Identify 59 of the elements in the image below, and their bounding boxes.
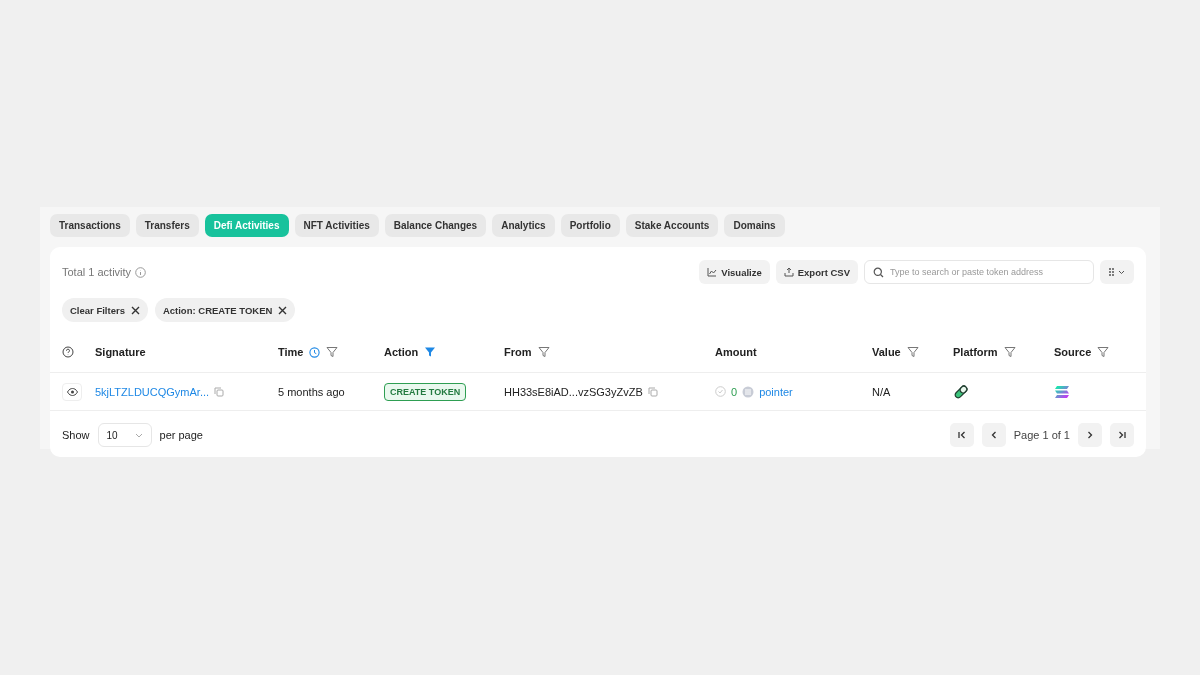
first-page-button[interactable] (949, 423, 974, 447)
column-menu-button[interactable] (1100, 260, 1134, 284)
tab[interactable]: Domains (724, 214, 785, 237)
token-icon (742, 385, 755, 398)
clock-icon[interactable] (309, 346, 321, 358)
signature-link[interactable]: 5kjLTZLDUCQGymAr... (95, 385, 210, 398)
help-icon (62, 346, 74, 358)
column-header: Value (872, 346, 901, 358)
column-header: Time (278, 346, 304, 358)
column-header: Signature (95, 346, 146, 358)
column-header: From (504, 346, 532, 358)
tab[interactable]: Balance Changes (384, 214, 487, 237)
token-link[interactable]: pointer (759, 385, 793, 398)
tab[interactable]: Analytics (492, 214, 555, 237)
last-page-button[interactable] (1110, 423, 1134, 447)
last-page-icon (1117, 430, 1127, 440)
tab[interactable]: Transactions (50, 214, 130, 237)
upload-icon (783, 267, 794, 277)
total-count: Total 1 activity (62, 266, 132, 278)
filter-icon[interactable] (537, 346, 550, 358)
filter-chip[interactable]: Clear Filters (62, 298, 148, 322)
filter-icon[interactable] (906, 346, 919, 358)
next-page-button[interactable] (1078, 423, 1102, 447)
column-header: Action (384, 346, 419, 358)
column-header: Platform (953, 346, 998, 358)
tab[interactable]: Stake Accounts (625, 214, 719, 237)
time-text: 5 months ago (278, 385, 345, 398)
page-indicator: Page 1 of 1 (1013, 429, 1070, 441)
column-header: Source (1054, 346, 1092, 358)
column-header: Amount (715, 346, 757, 358)
tab[interactable]: Transfers (135, 214, 199, 237)
close-icon[interactable] (130, 305, 140, 315)
tab[interactable]: Portfolio (560, 214, 620, 237)
filter-icon[interactable] (326, 346, 339, 358)
tab[interactable]: NFT Activities (294, 214, 379, 237)
filter-icon[interactable] (1097, 346, 1110, 358)
stripes-logo-icon (1054, 384, 1070, 399)
amount-text: 0 (731, 385, 738, 398)
eye-icon (66, 387, 78, 396)
chart-icon (707, 267, 718, 277)
export-csv-button[interactable]: Export CSV (775, 260, 858, 284)
grid-dropdown-icon (1108, 267, 1126, 277)
info-icon (135, 266, 147, 278)
page-size-select[interactable]: 10 (97, 423, 152, 447)
visualize-button[interactable]: Visualize (699, 260, 770, 284)
address-text: HH33sE8iAD...vzSG3yZvZB (504, 385, 643, 398)
per-page-label: per page (159, 429, 203, 441)
first-page-icon (956, 430, 967, 440)
filter-chip[interactable]: Action: CREATE TOKEN (154, 298, 296, 322)
view-button[interactable] (62, 382, 82, 401)
chevron-right-icon (1085, 430, 1095, 440)
close-icon[interactable] (278, 305, 288, 315)
search-field[interactable]: Type to search or paste token address (864, 260, 1094, 284)
filter-icon[interactable] (424, 346, 437, 358)
action-tag: CREATE TOKEN (384, 382, 467, 401)
value-text: N/A (872, 385, 891, 398)
filter-icon[interactable] (1003, 346, 1016, 358)
chevron-down-icon (134, 432, 143, 438)
show-label: Show (62, 429, 90, 441)
